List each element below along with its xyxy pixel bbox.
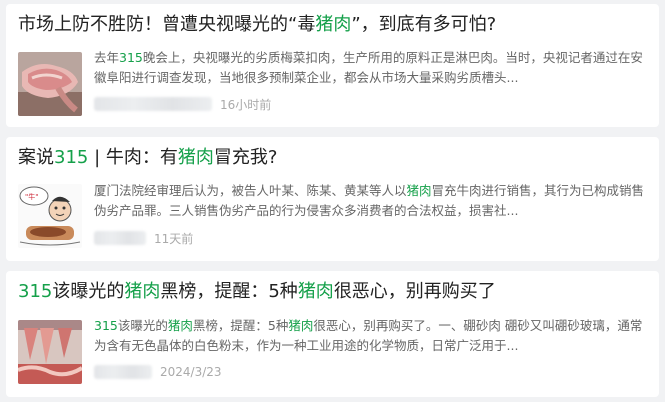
text-segment: 市场上防不胜防！曾遭央视曝光的“毒 — [18, 14, 316, 35]
result-meta: 11天前 — [94, 229, 193, 247]
result-snippet: 厦门法院经审理后认为，被告人叶某、陈某、黄某等人以猪肉冒充牛肉进行销售，其行为已… — [94, 181, 649, 221]
result-meta: 16小时前 — [94, 95, 271, 113]
highlighted-keyword: 315 — [54, 147, 89, 168]
result-time: 16小时前 — [220, 97, 272, 112]
meat-market-thumbnail[interactable] — [18, 320, 82, 384]
highlighted-keyword: 315 — [94, 318, 118, 333]
cartoon-illustration-icon: "牛" — [18, 184, 82, 248]
source-name-blurred — [94, 97, 212, 111]
highlighted-keyword: 猪肉 — [297, 281, 334, 302]
result-time: 2024/3/23 — [160, 365, 222, 379]
text-segment: 案说 — [18, 147, 54, 168]
text-segment: 很恶心，别再购买了 — [333, 281, 496, 302]
highlighted-keyword: 猪肉 — [315, 14, 352, 35]
highlighted-keyword: 315 — [18, 281, 53, 302]
result-card[interactable]: 市场上防不胜防！曾遭央视曝光的“毒猪肉”，到底有多可怕? 去年315晚会上，央视… — [6, 4, 659, 127]
svg-text:"牛": "牛" — [25, 192, 38, 201]
pork-meat-photo-icon — [18, 52, 82, 116]
text-segment: 厦门法院经审理后认为，被告人叶某、陈某、黄某等人以 — [94, 183, 407, 198]
text-segment: 该曝光的 — [52, 281, 125, 302]
source-name-blurred — [94, 231, 146, 245]
result-card[interactable]: 案说315 | 牛肉：有猪肉冒充我? "牛" 厦门法院经审理后认为，被告人叶某、… — [6, 137, 659, 261]
result-card[interactable]: 315该曝光的猪肉黑榜，提醒：5种猪肉很恶心，别再购买了 315该曝光的猪肉黑榜… — [6, 271, 659, 397]
text-segment: 晚会上，央视曝光的劣质梅菜扣肉，生产所用的原料正是淋巴肉。当时，央视记者通过在安… — [94, 50, 643, 85]
highlighted-keyword: 猪肉 — [124, 281, 161, 302]
result-time: 11天前 — [154, 231, 194, 246]
highlighted-keyword: 315 — [119, 50, 143, 65]
source-name-blurred — [94, 365, 152, 379]
cartoon-thumbnail[interactable]: "牛" — [18, 184, 82, 248]
text-segment: 该曝光的 — [117, 318, 168, 333]
highlighted-keyword: 猪肉 — [288, 318, 314, 333]
text-segment: 黑榜，提醒：5种 — [192, 318, 289, 333]
text-segment: | 牛肉：有 — [88, 147, 178, 168]
highlighted-keyword: 猪肉 — [167, 318, 193, 333]
text-segment: 去年 — [94, 50, 120, 65]
result-title[interactable]: 315该曝光的猪肉黑榜，提醒：5种猪肉很恶心，别再购买了 — [18, 279, 496, 305]
meat-market-photo-icon — [18, 320, 82, 384]
highlighted-keyword: 猪肉 — [406, 183, 432, 198]
result-title[interactable]: 市场上防不胜防！曾遭央视曝光的“毒猪肉”，到底有多可怕? — [18, 12, 496, 38]
text-segment: ”，到底有多可怕? — [351, 14, 497, 35]
result-title[interactable]: 案说315 | 牛肉：有猪肉冒充我? — [18, 145, 277, 171]
text-segment: 冒充我? — [213, 147, 278, 168]
result-meta: 2024/3/23 — [94, 363, 222, 381]
result-snippet: 去年315晚会上，央视曝光的劣质梅菜扣肉，生产所用的原料正是淋巴肉。当时，央视记… — [94, 48, 649, 88]
highlighted-keyword: 猪肉 — [177, 147, 214, 168]
pork-meat-thumbnail[interactable] — [18, 52, 82, 116]
result-snippet: 315该曝光的猪肉黑榜，提醒：5种猪肉很恶心，别再购买了。一、硼砂肉 硼砂又叫硼… — [94, 316, 649, 356]
text-segment: 黑榜，提醒：5种 — [160, 281, 298, 302]
